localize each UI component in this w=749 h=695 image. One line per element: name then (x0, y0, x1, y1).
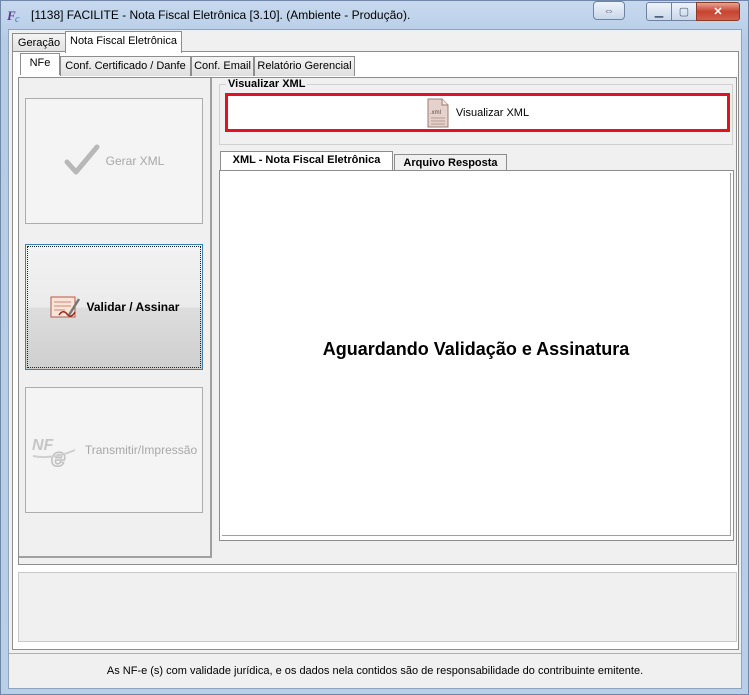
xml-content-inner: Aguardando Validação e Assinatura (222, 173, 731, 536)
sign-document-icon (50, 296, 80, 318)
gerar-xml-label: Gerar XML (105, 154, 165, 168)
xml-content-panel: Aguardando Validação e Assinatura (219, 170, 734, 541)
main-tab-panel: NFe Conf. Certificado / Danfe Conf. Emai… (12, 51, 739, 650)
app-icon[interactable]: F c (7, 7, 25, 23)
maximize-button[interactable]: ▢ (671, 2, 697, 21)
footer-text: As NF-e (s) com validade jurídica, e os … (106, 665, 644, 677)
log-area (18, 572, 737, 642)
tab-nota-fiscal-eletronica[interactable]: Nota Fiscal Eletrônica (65, 31, 182, 53)
xml-file-icon: .xml (427, 98, 449, 127)
highlight-box: .xml Visualizar XML (225, 93, 730, 132)
gerar-xml-button[interactable]: Gerar XML (25, 98, 203, 224)
minimize-button[interactable]: ▁ (646, 2, 672, 21)
nfe-logo-icon: NF e (32, 437, 76, 470)
validar-assinar-label: Validar / Assinar (86, 300, 180, 314)
preview-area: Visualizar XML .xml Visualizar XML XML -… (219, 78, 736, 558)
visualizar-xml-button[interactable]: .xml Visualizar XML (228, 96, 727, 129)
visualizar-xml-label: Visualizar XML (455, 106, 530, 119)
validar-assinar-button[interactable]: Validar / Assinar (25, 244, 203, 370)
title-bar[interactable]: F c [1138] FACILITE - Nota Fiscal Eletrô… (1, 1, 748, 29)
visualizar-xml-group: Visualizar XML .xml Visualizar XML (219, 78, 733, 145)
tab-relatorio-gerencial[interactable]: Relatório Gerencial (254, 56, 355, 76)
footer-bar: As NF-e (s) com validade jurídica, e os … (9, 653, 741, 688)
xml-icon-text: .xml (430, 110, 441, 116)
close-button[interactable]: ✕ (696, 2, 740, 21)
status-message: Aguardando Validação e Assinatura (322, 338, 630, 359)
nfe-panel: Gerar XML Validar / Assinar NF e Transmi… (18, 77, 737, 565)
tab-nfe[interactable]: NFe (20, 53, 60, 75)
group-label: Visualizar XML (226, 78, 308, 90)
restore-icon[interactable]: ⇔ (593, 1, 625, 20)
checkmark-icon (64, 144, 100, 175)
client-area: Geração Nota Fiscal Eletrônica NFe Conf.… (8, 29, 742, 689)
tab-conf-email[interactable]: Conf. Email (191, 56, 254, 76)
tab-xml-nota-fiscal[interactable]: XML - Nota Fiscal Eletrônica (220, 151, 393, 170)
app-window: F c [1138] FACILITE - Nota Fiscal Eletrô… (0, 0, 749, 695)
transmitir-impressao-button[interactable]: NF e Transmitir/Impressão (25, 387, 203, 513)
actions-column: Gerar XML Validar / Assinar NF e Transmi… (19, 78, 212, 558)
svg-text:c: c (15, 14, 20, 23)
window-title: [1138] FACILITE - Nota Fiscal Eletrônica… (31, 8, 411, 22)
tab-geracao[interactable]: Geração (12, 33, 66, 53)
tab-conf-certificado-danfe[interactable]: Conf. Certificado / Danfe (60, 56, 191, 76)
transmitir-label: Transmitir/Impressão (84, 443, 198, 457)
tab-arquivo-resposta[interactable]: Arquivo Resposta (394, 154, 507, 171)
